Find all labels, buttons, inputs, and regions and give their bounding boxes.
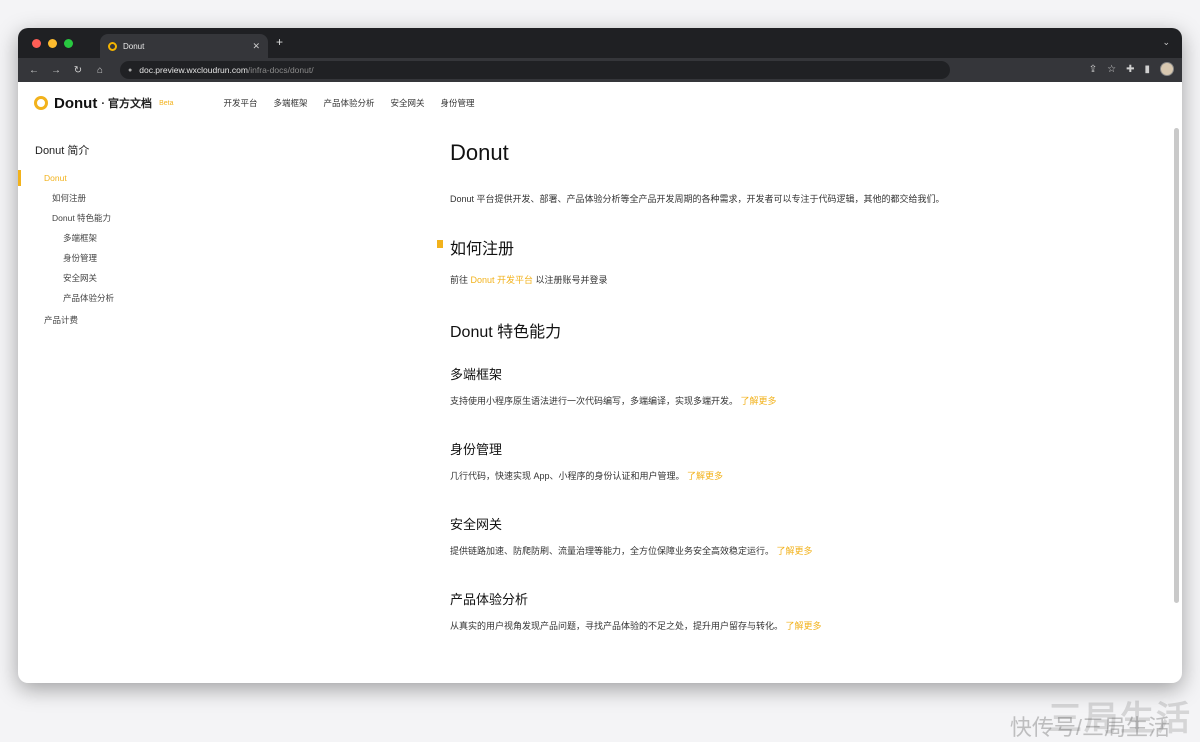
doc-content: Donut Donut 平台提供开发、部署、产品体验分析等全产品开发周期的各种需…	[437, 140, 970, 636]
nav-multi-framework[interactable]: 多端框架	[273, 97, 307, 109]
sidepanel-icon[interactable]: ▮	[1144, 64, 1150, 75]
watermark-small: 快传号/三局生活	[1009, 715, 1170, 740]
donut-logo-icon[interactable]	[34, 96, 48, 110]
feature-text: 从真实的用户视角发现产品问题，寻找产品体验的不足之处，提升用户留存与转化。	[450, 621, 784, 631]
toolbar-actions: ⇪ ☆ ✚ ▮	[1089, 62, 1174, 76]
window-controls	[32, 39, 73, 48]
feature-description: 提供链路加速、防爬防刷、流量治理等能力，全方位保障业务安全高效稳定运行。 了解更…	[450, 542, 970, 561]
donut-favicon-icon	[108, 41, 117, 51]
reload-icon[interactable]: ↻	[70, 65, 86, 76]
sidebar-item-identity[interactable]: 身份管理	[18, 248, 318, 268]
share-icon[interactable]: ⇪	[1089, 64, 1097, 75]
beta-badge: Beta	[159, 99, 174, 107]
new-tab-icon[interactable]: +	[276, 35, 283, 49]
feature-text: 提供链路加速、防爬防刷、流量治理等能力，全方位保障业务安全高效稳定运行。	[450, 546, 775, 556]
sidebar-item-multi-framework[interactable]: 多端框架	[18, 228, 318, 248]
learn-more-link[interactable]: 了解更多	[777, 546, 813, 556]
nav-product-analytics[interactable]: 产品体验分析	[324, 97, 375, 109]
sidebar-item-security-gateway[interactable]: 安全网关	[18, 268, 318, 288]
sidebar-item-features[interactable]: Donut 特色能力	[18, 208, 318, 228]
site-brand-subtitle[interactable]: · 官方文档	[101, 95, 152, 111]
tab-title: Donut	[123, 41, 145, 51]
register-heading-text: 如何注册	[450, 241, 515, 258]
browser-tab[interactable]: Donut ✕	[100, 34, 268, 58]
top-nav: 开发平台 多端框架 产品体验分析 安全网关 身份管理	[223, 97, 474, 109]
url-path: /infra-docs/donut/	[247, 65, 314, 75]
feature-title: 安全网关	[450, 517, 503, 532]
nav-identity[interactable]: 身份管理	[441, 97, 475, 109]
register-paragraph: 前往 Donut 开发平台 以注册账号并登录	[450, 271, 970, 290]
feature-description: 几行代码，快速实现 App、小程序的身份认证和用户管理。 了解更多	[450, 467, 970, 486]
feature-title: 多端框架	[450, 367, 503, 382]
close-window-button[interactable]	[32, 39, 41, 48]
back-icon[interactable]: ←	[26, 65, 42, 76]
learn-more-link[interactable]: 了解更多	[687, 471, 723, 481]
url-host: doc.preview.wxcloudrun.com	[139, 65, 248, 75]
learn-more-link[interactable]: 了解更多	[786, 621, 822, 631]
forward-icon[interactable]: →	[48, 65, 64, 76]
site-header: Donut · 官方文档 Beta 开发平台 多端框架 产品体验分析 安全网关 …	[18, 82, 1182, 124]
profile-avatar[interactable]	[1160, 62, 1174, 76]
doc-sidebar: Donut 简介 Donut 如何注册 Donut 特色能力 多端框架 身份管理…	[18, 142, 318, 330]
bookmark-star-icon[interactable]: ☆	[1107, 64, 1116, 75]
sidebar-item-pricing[interactable]: 产品计费	[18, 310, 318, 330]
register-heading: 如何注册	[437, 235, 970, 259]
learn-more-link[interactable]: 了解更多	[741, 396, 777, 406]
sidebar-heading[interactable]: Donut 简介	[18, 142, 318, 158]
tab-search-chevron-icon[interactable]: ⌄	[1162, 37, 1170, 48]
sidebar-item-donut[interactable]: Donut	[18, 168, 318, 188]
feature-text: 几行代码，快速实现 App、小程序的身份认证和用户管理。	[450, 471, 685, 481]
maximize-window-button[interactable]	[64, 39, 73, 48]
dev-platform-link[interactable]: Donut 开发平台	[471, 275, 534, 285]
minimize-window-button[interactable]	[48, 39, 57, 48]
lock-icon: ●	[128, 66, 133, 74]
address-bar[interactable]: ● doc.preview.wxcloudrun.com /infra-docs…	[120, 61, 950, 79]
browser-titlebar: Donut ✕ + ⌄	[18, 28, 1182, 58]
feature-description: 支持使用小程序原生语法进行一次代码编写，多端编译，实现多端开发。 了解更多	[450, 392, 970, 411]
sidebar-item-product-analytics[interactable]: 产品体验分析	[18, 288, 318, 308]
feature-title: 产品体验分析	[450, 592, 529, 607]
register-suffix: 以注册账号并登录	[533, 275, 608, 285]
nav-dev-platform[interactable]: 开发平台	[223, 97, 257, 109]
anchor-marker-icon	[437, 240, 443, 248]
browser-window: Donut ✕ + ⌄ ← → ↻ ⌂ ● doc.preview.wxclou…	[18, 28, 1182, 683]
nav-security-gateway[interactable]: 安全网关	[391, 97, 425, 109]
intro-paragraph: Donut 平台提供开发、部署、产品体验分析等全产品开发周期的各种需求，开发者可…	[450, 194, 945, 204]
site-brand[interactable]: Donut	[54, 95, 97, 112]
feature-title: 身份管理	[450, 442, 503, 457]
features-heading: Donut 特色能力	[450, 324, 562, 341]
sidebar-item-register[interactable]: 如何注册	[18, 188, 318, 208]
page-title: Donut	[450, 140, 509, 165]
home-icon[interactable]: ⌂	[92, 65, 108, 76]
close-tab-icon[interactable]: ✕	[252, 41, 260, 52]
extensions-icon[interactable]: ✚	[1126, 64, 1134, 75]
feature-text: 支持使用小程序原生语法进行一次代码编写，多端编译，实现多端开发。	[450, 396, 739, 406]
register-prefix: 前往	[450, 275, 471, 285]
feature-description: 从真实的用户视角发现产品问题，寻找产品体验的不足之处，提升用户留存与转化。 了解…	[450, 617, 970, 636]
browser-toolbar: ← → ↻ ⌂ ● doc.preview.wxcloudrun.com /in…	[18, 58, 1182, 82]
page-scrollbar[interactable]	[1174, 128, 1179, 603]
